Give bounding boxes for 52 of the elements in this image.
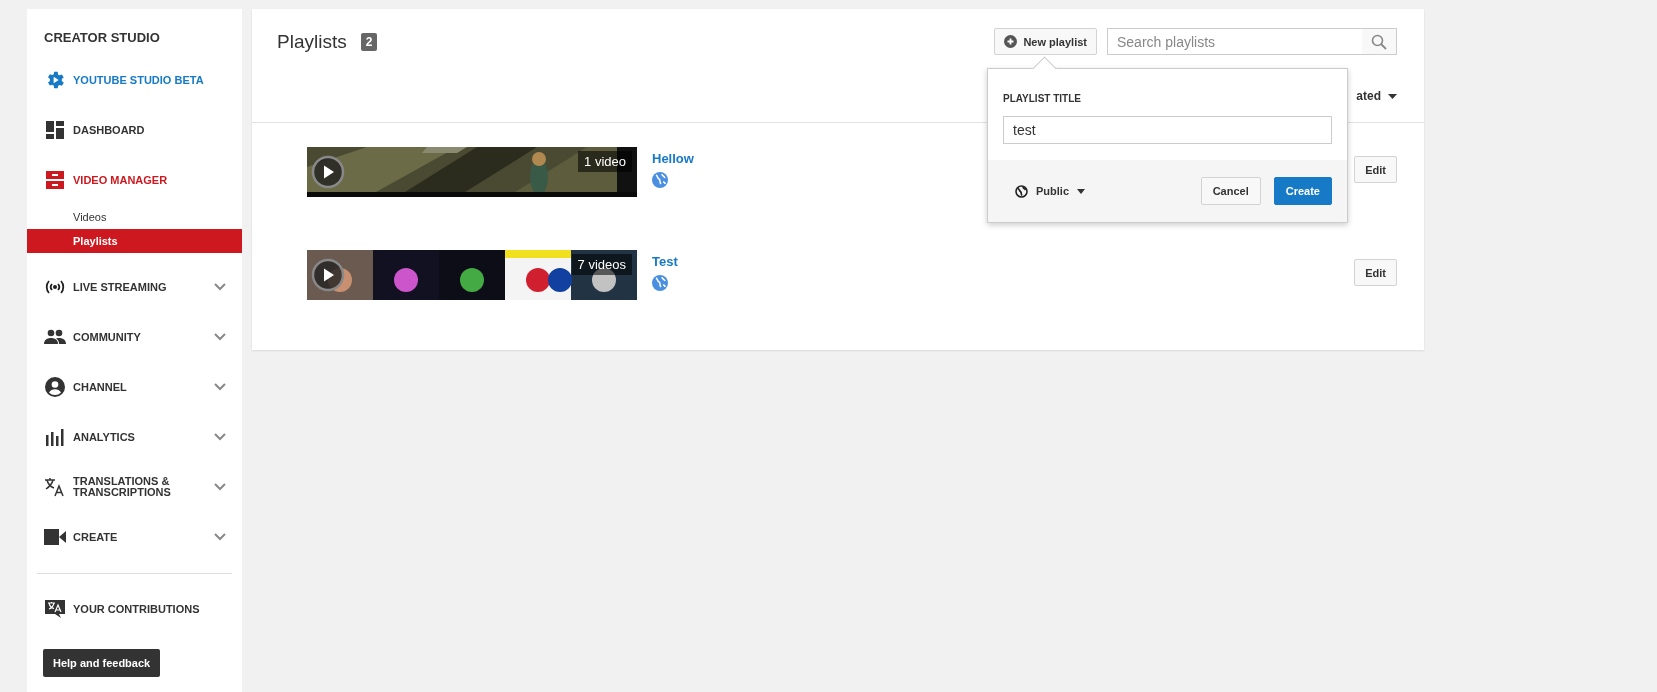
count-badge: 2 — [360, 32, 378, 51]
broadcast-icon — [44, 279, 66, 295]
create-button[interactable]: Create — [1273, 177, 1332, 205]
page-title: Playlists — [277, 30, 347, 53]
sidebar-item[interactable]: YOUR CONTRIBUTIONS — [73, 603, 226, 615]
cancel-button[interactable]: Cancel — [1200, 177, 1261, 205]
sidebar-item[interactable]: DASHBOARD — [73, 124, 226, 136]
sort-dropdown[interactable]: ated — [1356, 89, 1381, 103]
globe-icon — [652, 275, 668, 291]
plus-circle-icon — [1004, 35, 1018, 48]
chevron-icon[interactable] — [214, 383, 226, 391]
caret-icon[interactable] — [1388, 93, 1397, 99]
chevron-icon[interactable] — [214, 333, 226, 341]
sidebar-subitem[interactable]: Videos — [27, 205, 242, 229]
drawer-icon — [45, 170, 65, 190]
sidebar-subitem[interactable]: Playlists — [27, 229, 242, 253]
help-feedback-button[interactable]: Help and feedback — [43, 649, 161, 677]
play-icon[interactable] — [311, 155, 345, 189]
people-icon — [44, 329, 66, 345]
playlist-title-link[interactable]: Hellow — [652, 151, 694, 166]
playlist-title-link[interactable]: Test — [652, 254, 678, 269]
sidebar-item[interactable]: VIDEO MANAGER — [73, 174, 226, 186]
chevron-icon[interactable] — [214, 483, 226, 491]
new-playlist-button[interactable]: New playlist — [994, 28, 1097, 55]
play-icon[interactable] — [311, 258, 345, 292]
globe-icon — [652, 172, 668, 188]
chevron-icon[interactable] — [214, 533, 226, 541]
account-circle-icon — [45, 377, 65, 397]
field-label: PLAYLIST TITLE — [1003, 93, 1082, 104]
playlist-title-field[interactable]: test — [1003, 116, 1332, 144]
caret-icon — [1077, 188, 1085, 194]
edit-button[interactable]: Edit — [1354, 259, 1397, 286]
sidebar-heading: CREATOR STUDIO — [43, 29, 161, 47]
translate-bubble-icon — [44, 599, 66, 619]
bar-chart-icon — [45, 428, 65, 446]
chevron-icon[interactable] — [214, 283, 226, 291]
chevron-icon[interactable] — [214, 433, 226, 441]
video-count: 1 video — [578, 151, 632, 172]
sidebar-item[interactable]: CHANNEL — [73, 381, 214, 393]
sidebar-item[interactable]: ANALYTICS — [73, 431, 214, 443]
video-count: 7 videos — [571, 254, 632, 275]
sidebar-item[interactable]: LIVE STREAMING — [73, 281, 214, 293]
translate-icon — [44, 477, 66, 497]
globe-icon — [1015, 184, 1028, 198]
sidebar-item[interactable]: COMMUNITY — [73, 331, 214, 343]
dashboard-icon — [45, 120, 65, 140]
edit-button[interactable]: Edit — [1354, 156, 1397, 183]
video-camera-icon — [44, 529, 66, 545]
sidebar-item[interactable]: TRANSLATIONS & TRANSCRIPTIONS — [73, 476, 214, 498]
privacy-dropdown[interactable]: Public — [1015, 184, 1085, 198]
sidebar-item[interactable]: CREATE — [73, 531, 214, 543]
sidebar-item[interactable]: YOUTUBE STUDIO BETA — [73, 74, 226, 86]
